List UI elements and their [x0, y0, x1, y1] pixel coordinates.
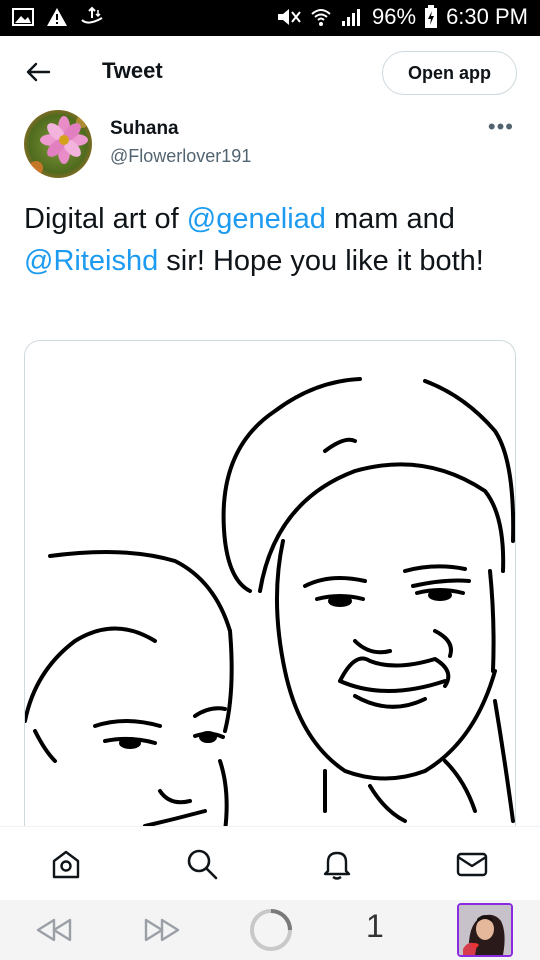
tweet-text: Digital art of @geneliad mam and @Riteis… — [24, 198, 524, 282]
tweet-author: Suhana @Flowerlover191 ••• — [24, 110, 524, 182]
mention-link[interactable]: @Riteishd — [24, 245, 158, 277]
status-left-icons — [12, 6, 104, 28]
line-art-drawing-icon — [25, 377, 515, 833]
author-handle[interactable]: @Flowerlover191 — [110, 146, 251, 167]
tweet-media[interactable] — [24, 340, 516, 840]
back-arrow-icon — [26, 62, 51, 82]
status-right-icons: 96% 6:30 PM — [276, 4, 528, 30]
avatar[interactable] — [24, 110, 92, 178]
rewind-icon[interactable] — [34, 916, 74, 944]
page-title: Tweet — [102, 58, 163, 83]
messages-icon[interactable] — [455, 847, 489, 881]
notifications-icon[interactable] — [320, 847, 354, 881]
author-name[interactable]: Suhana — [110, 118, 179, 140]
warning-icon — [47, 8, 67, 26]
back-button[interactable] — [22, 56, 54, 88]
more-options-button[interactable]: ••• — [488, 114, 514, 140]
tab-thumbnail-image-icon — [459, 905, 511, 955]
open-app-button[interactable]: Open app — [382, 51, 517, 95]
tab-thumbnail[interactable] — [457, 903, 513, 957]
browser-bar: 1 — [0, 900, 540, 960]
mention-link[interactable]: @geneliad — [187, 203, 326, 235]
data-transfer-icon — [81, 6, 103, 24]
tweet-text-part: sir! Hope you like it both! — [158, 245, 484, 277]
gallery-icon — [12, 8, 34, 26]
signal-icon — [342, 9, 361, 26]
wifi-icon — [311, 9, 331, 26]
tab-count[interactable]: 1 — [366, 908, 384, 945]
fast-forward-icon[interactable] — [142, 916, 182, 944]
home-icon[interactable] — [49, 847, 83, 881]
mute-icon — [278, 9, 301, 25]
status-bar: 96% 6:30 PM — [0, 0, 540, 36]
tweet-text-part: Digital art of — [24, 203, 187, 235]
battery-percent: 96% — [372, 4, 417, 29]
tweet-header: Tweet Open app — [0, 36, 540, 110]
search-icon[interactable] — [185, 847, 219, 881]
loading-spinner-icon[interactable] — [248, 907, 294, 953]
tweet-text-part: mam and — [325, 203, 455, 235]
flower-avatar-icon — [24, 110, 92, 178]
bottom-nav — [0, 826, 540, 900]
clock: 6:30 PM — [446, 4, 528, 29]
battery-charging-icon — [425, 5, 438, 28]
